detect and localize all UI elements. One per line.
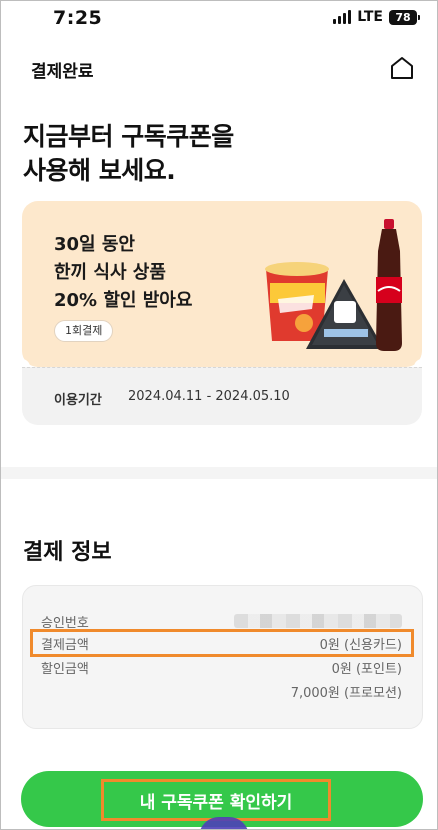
headline-line-1: 지금부터 구독쿠폰을 xyxy=(23,122,234,151)
coupon-card: 30일 동안 한끼 식사 상품 20% 할인 받아요 1회결제 xyxy=(14,201,430,375)
cta-label-highlight[interactable]: 내 구독쿠폰 확인하기 xyxy=(101,779,331,821)
home-icon xyxy=(391,57,413,79)
discount-amount-row: 할인금액 0원 (포인트) xyxy=(41,656,402,678)
app-screen: 7:25 LTE 78 결제완료 지금부터 구독쿠폰을 사용해 보세요. 30일… xyxy=(0,0,438,830)
coupon-period: 이용기간 2024.04.11 - 2024.05.10 xyxy=(22,367,422,425)
battery-icon: 78 xyxy=(389,9,420,25)
promotion-discount-row: 7,000원 (프로모션) xyxy=(41,680,402,702)
cola-bottle-image xyxy=(376,219,402,351)
app-header: 결제완료 xyxy=(1,45,437,91)
coupon-line-1: 30일 동안 xyxy=(54,234,135,255)
section-divider xyxy=(1,467,437,479)
row-value: 0원 (포인트) xyxy=(331,662,402,677)
headline-line-2: 사용해 보세요. xyxy=(23,156,176,185)
period-value: 2024.04.11 - 2024.05.10 xyxy=(128,389,290,404)
home-button[interactable] xyxy=(387,53,417,83)
payment-count-badge: 1회결제 xyxy=(54,320,114,342)
status-time: 7:25 xyxy=(53,7,103,29)
approval-number-redacted xyxy=(234,614,402,628)
period-label: 이용기간 xyxy=(54,393,102,408)
payment-info-title: 결제 정보 xyxy=(23,540,112,565)
cta-label: 내 구독쿠폰 확인하기 xyxy=(139,792,293,813)
page-title: 결제완료 xyxy=(31,62,94,82)
payment-amount-highlight xyxy=(30,629,414,657)
row-value: 7,000원 (프로모션) xyxy=(290,686,402,701)
payment-info-box: 승인번호 결제금액 0원 (신용카드) 할인금액 0원 (포인트) 7,000원… xyxy=(22,585,423,729)
row-label: 할인금액 xyxy=(41,662,89,677)
headline: 지금부터 구독쿠폰을 사용해 보세요. xyxy=(23,120,234,188)
coupon-line-3: 20% 할인 받아요 xyxy=(54,290,193,311)
food-products-image xyxy=(265,219,402,351)
coupon-line-2: 한끼 식사 상품 xyxy=(54,262,166,283)
signal-icon xyxy=(333,10,352,24)
status-bar: 7:25 LTE 78 xyxy=(1,1,437,35)
coupon-description: 30일 동안 한끼 식사 상품 20% 할인 받아요 xyxy=(54,231,192,315)
status-indicators: LTE 78 xyxy=(333,9,420,25)
network-label: LTE xyxy=(357,9,383,25)
